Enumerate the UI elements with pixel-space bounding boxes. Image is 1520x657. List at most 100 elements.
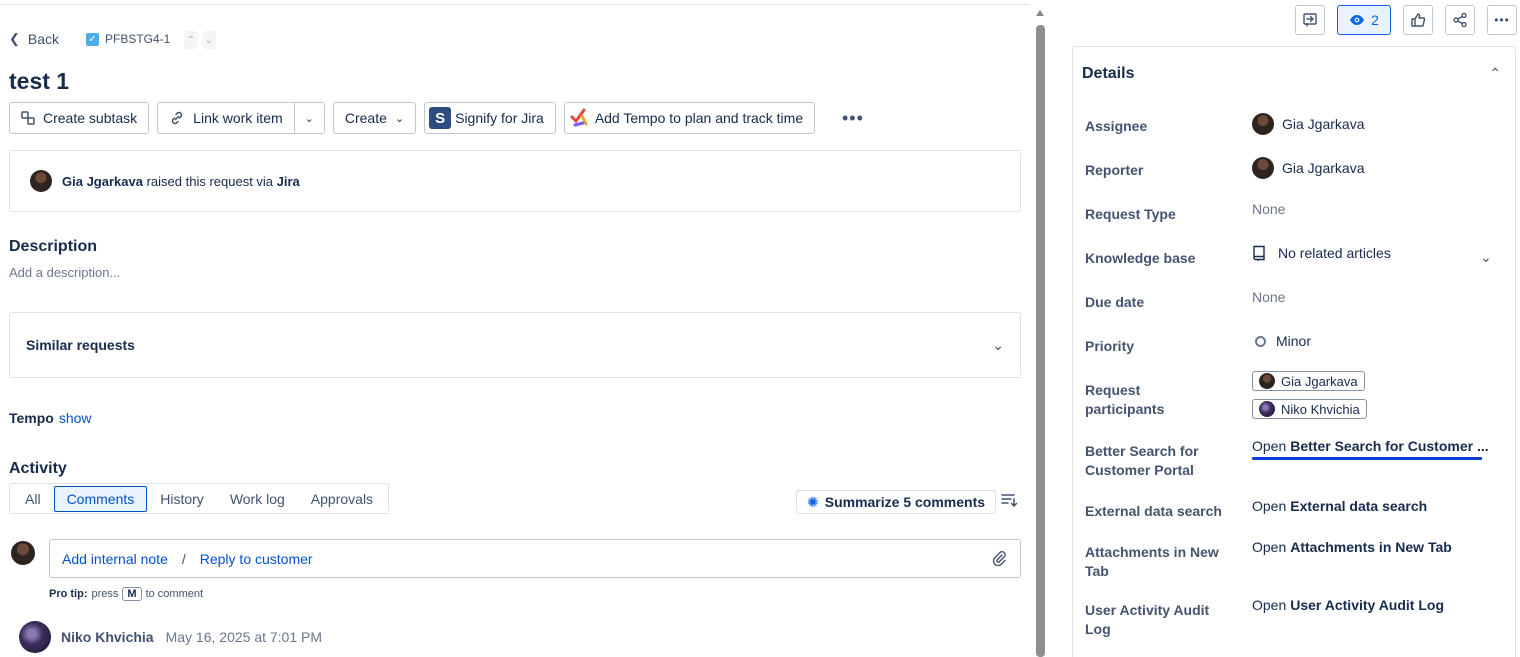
priority-value[interactable]: Minor: [1255, 333, 1311, 349]
tab-work-log[interactable]: Work log: [217, 486, 298, 512]
open-prefix: Open: [1252, 539, 1287, 555]
chevron-left-icon: ❮: [9, 31, 20, 46]
sort-icon[interactable]: [1000, 492, 1018, 513]
watch-button[interactable]: 2: [1337, 5, 1391, 35]
tab-all[interactable]: All: [12, 486, 54, 512]
avatar: [11, 541, 35, 565]
tempo-label: Add Tempo to plan and track time: [594, 110, 804, 126]
avatar: [1252, 157, 1274, 179]
reply-to-customer-button[interactable]: Reply to customer: [200, 551, 313, 567]
issue-key-breadcrumb[interactable]: ✓ PFBSTG4-1: [86, 32, 170, 46]
active-underline: [1252, 457, 1482, 460]
book-icon: [1253, 245, 1265, 261]
field-label: Assignee: [1085, 118, 1148, 134]
scroll-up-arrow[interactable]: [1036, 10, 1044, 16]
comment-header: Niko Khvichia May 16, 2025 at 7:01 PM: [19, 621, 322, 653]
chevron-down-icon[interactable]: ⌄: [202, 31, 216, 49]
link-work-item-group: Link work item ⌄: [157, 102, 325, 134]
field-label: Request Type: [1085, 206, 1176, 222]
request-origin-card: Gia Jgarkava raised this request via Jir…: [9, 150, 1021, 212]
activity-tabs: All Comments History Work log Approvals: [9, 483, 390, 514]
issue-title[interactable]: test 1: [9, 68, 69, 95]
knowledge-base-value[interactable]: No related articles: [1252, 245, 1391, 261]
audit-log-link[interactable]: Open User Activity Audit Log: [1252, 597, 1444, 613]
field-label: Reporter: [1085, 162, 1144, 178]
similar-requests-panel[interactable]: Similar requests ⌄: [9, 312, 1021, 378]
feedback-icon: [1303, 13, 1317, 27]
tab-history[interactable]: History: [147, 486, 217, 512]
issue-navigation: ⌃ ⌄: [184, 31, 216, 49]
request-type-value[interactable]: None: [1252, 201, 1285, 217]
paperclip-icon[interactable]: [992, 550, 1006, 569]
tab-approvals[interactable]: Approvals: [298, 486, 386, 512]
issue-key: PFBSTG4-1: [105, 32, 171, 46]
field-label: Priority: [1085, 338, 1135, 354]
attachments-text: Attachments in New Tab: [1290, 539, 1452, 555]
avatar: [19, 621, 51, 653]
open-prefix: Open: [1252, 438, 1287, 454]
more-actions-button[interactable]: •••: [1487, 5, 1517, 35]
assignee-value[interactable]: Gia Jgarkava: [1252, 113, 1364, 135]
avatar: [30, 170, 52, 192]
open-prefix: Open: [1252, 597, 1287, 613]
similar-requests-label: Similar requests: [26, 337, 135, 353]
share-button[interactable]: [1445, 5, 1475, 35]
chevron-down-icon: ⌄: [394, 112, 405, 125]
field-label: Attachments in New Tab: [1085, 544, 1219, 579]
reporter-name[interactable]: Gia Jgarkava: [62, 174, 143, 189]
due-date-value[interactable]: None: [1252, 289, 1285, 305]
link-work-item-button[interactable]: Link work item: [157, 102, 295, 134]
external-search-link[interactable]: Open External data search: [1252, 498, 1427, 514]
tempo-show-link[interactable]: show: [59, 410, 92, 426]
link-work-item-dropdown[interactable]: ⌄: [294, 102, 325, 134]
tempo-section: Tempo show: [9, 410, 92, 426]
signify-button[interactable]: S Signify for Jira: [424, 102, 556, 134]
request-channel: Jira: [276, 173, 300, 189]
create-subtask-button[interactable]: Create subtask: [9, 102, 150, 134]
chevron-up-icon[interactable]: ⌃: [184, 31, 198, 49]
issue-toolbar: Create subtask Link work item ⌄ Create ⌄…: [9, 102, 816, 134]
description-placeholder[interactable]: Add a description...: [9, 265, 120, 280]
avatar: [1259, 373, 1275, 389]
knowledge-base-text: No related articles: [1278, 245, 1391, 261]
chevron-down-icon: ⌄: [992, 336, 1004, 353]
comment-date[interactable]: May 16, 2025 at 7:01 PM: [166, 629, 322, 645]
attachments-link[interactable]: Open Attachments in New Tab: [1252, 539, 1452, 555]
thumbs-up-icon: [1411, 13, 1426, 27]
vote-button[interactable]: [1403, 5, 1433, 35]
better-search-text: Better Search for Customer ...: [1290, 438, 1489, 454]
link-work-item-label: Link work item: [193, 110, 283, 126]
pro-tip-suffix: to comment: [145, 588, 204, 600]
watch-count: 2: [1371, 12, 1379, 28]
checkbox-icon: ✓: [86, 32, 99, 46]
add-internal-note-button[interactable]: Add internal note: [62, 551, 168, 567]
reporter-value[interactable]: Gia Jgarkava: [1252, 157, 1364, 179]
participant-chip[interactable]: Gia Jgarkava: [1252, 371, 1365, 391]
description-heading: Description: [9, 238, 98, 255]
summarize-comments-button[interactable]: ✺ Summarize 5 comments: [796, 490, 997, 514]
scrollbar-thumb[interactable]: [1036, 25, 1045, 657]
subtask-icon: [21, 111, 35, 125]
audit-log-text: User Activity Audit Log: [1290, 597, 1445, 613]
create-button[interactable]: Create ⌄: [332, 102, 417, 134]
field-label: Better Search for Customer Portal: [1085, 443, 1199, 478]
issue-header-actions: 2 •••: [1295, 5, 1517, 35]
link-icon: [171, 111, 183, 125]
participant-chip[interactable]: Niko Khvichia: [1252, 399, 1367, 419]
chevron-down-icon[interactable]: ⌄: [1480, 249, 1492, 266]
back-link[interactable]: ❮ Back: [9, 31, 59, 47]
better-search-link[interactable]: Open Better Search for Customer ...: [1252, 438, 1489, 454]
tempo-button[interactable]: Add Tempo to plan and track time: [563, 102, 816, 134]
tab-comments[interactable]: Comments: [53, 485, 148, 512]
pro-tip: Pro tip: press M to comment: [49, 587, 203, 601]
issue-main-column: ❮ Back ✓ PFBSTG4-1 ⌃ ⌄ test 1 Create sub…: [0, 0, 1032, 657]
chevron-up-icon[interactable]: ⌃: [1489, 65, 1501, 82]
comment-box[interactable]: Add internal note / Reply to customer: [49, 539, 1021, 578]
more-icon[interactable]: •••: [842, 108, 864, 129]
field-label: User Activity Audit Log: [1085, 602, 1210, 637]
field-label: External data search: [1085, 503, 1222, 519]
feedback-button[interactable]: [1295, 5, 1325, 35]
comment-separator: /: [181, 550, 186, 567]
comment-author[interactable]: Niko Khvichia: [61, 629, 154, 645]
participants-value[interactable]: Gia Jgarkava Niko Khvichia: [1252, 371, 1367, 419]
